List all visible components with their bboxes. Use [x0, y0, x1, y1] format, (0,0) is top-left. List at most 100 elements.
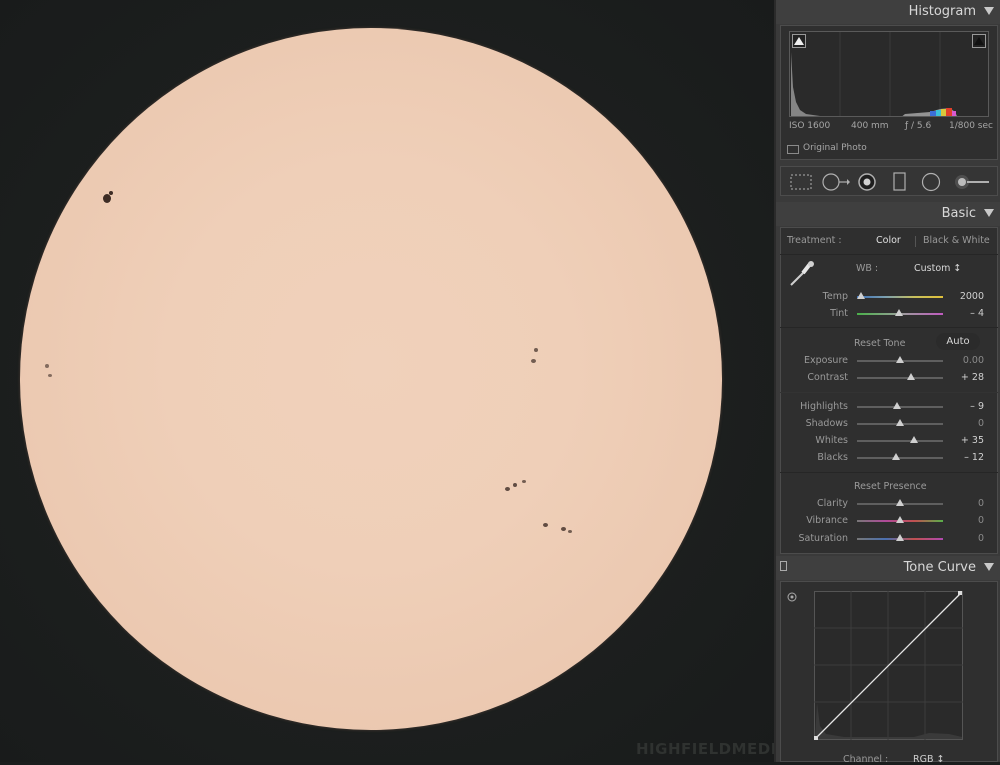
blacks-value[interactable]: – 12	[944, 452, 984, 463]
tone-curve-header[interactable]: Tone Curve	[776, 556, 1000, 580]
tone-curve-title: Tone Curve	[903, 560, 976, 575]
divider	[780, 327, 998, 328]
clarity-slider-handle[interactable]	[896, 499, 904, 506]
treatment-label: Treatment :	[787, 235, 842, 246]
histogram-box: ISO 1600 400 mm ƒ / 5.6 1/800 sec Origin…	[780, 25, 998, 160]
sunspot	[522, 480, 526, 483]
sun-image	[20, 28, 722, 730]
shadows-value[interactable]: 0	[944, 418, 984, 429]
reset-presence-button[interactable]: Reset Presence	[854, 481, 927, 492]
tint-label: Tint	[830, 308, 848, 319]
develop-panel: Histogram ISO 1600 400 mm ƒ / 5.6 1/800 …	[774, 0, 1000, 765]
treatment-divider	[915, 236, 916, 247]
wb-dropdown[interactable]: Custom ↕	[914, 263, 961, 274]
saturation-label: Saturation	[798, 533, 848, 544]
whites-slider-track[interactable]	[857, 440, 943, 442]
basic-title: Basic	[941, 206, 976, 221]
aperture-info: ƒ / 5.6	[905, 121, 932, 131]
vibrance-slider-handle[interactable]	[896, 516, 904, 523]
panel-switch-icon[interactable]	[780, 561, 787, 571]
collapse-triangle-icon[interactable]	[984, 7, 994, 15]
tint-slider-handle[interactable]	[895, 309, 904, 316]
contrast-slider-handle[interactable]	[907, 373, 916, 380]
exposure-label: Exposure	[804, 355, 848, 366]
auto-tone-button[interactable]: Auto	[936, 333, 980, 350]
sunspot	[109, 191, 113, 195]
divider	[780, 392, 998, 393]
sunspot	[534, 348, 538, 352]
original-photo-label: Original Photo	[803, 143, 867, 153]
sunspot	[531, 359, 536, 363]
blacks-label: Blacks	[817, 452, 848, 463]
focal-info: 400 mm	[851, 121, 889, 131]
exposure-value[interactable]: 0.00	[944, 355, 984, 366]
iso-info: ISO 1600	[789, 121, 831, 131]
sunspot	[48, 374, 52, 377]
red-eye-icon[interactable]	[857, 172, 877, 192]
collapse-triangle-icon[interactable]	[984, 563, 994, 571]
shadows-label: Shadows	[805, 418, 848, 429]
blacks-slider-track[interactable]	[857, 457, 943, 459]
sunspot	[543, 523, 548, 527]
histogram-chart	[791, 32, 988, 116]
exposure-slider-handle[interactable]	[896, 356, 904, 363]
channel-dropdown[interactable]: RGB ↕	[913, 754, 944, 765]
histogram-title: Histogram	[908, 4, 976, 19]
divider	[780, 472, 998, 473]
watermark: HIGHFIELDMEDIA.COM	[636, 740, 774, 758]
shadows-slider-handle[interactable]	[896, 419, 904, 426]
temp-slider-handle[interactable]	[857, 292, 866, 299]
eyedropper-icon[interactable]	[786, 259, 816, 289]
basic-header[interactable]: Basic	[776, 202, 1000, 226]
treatment-bw-button[interactable]: Black & White	[923, 235, 990, 246]
graduated-filter-icon[interactable]	[892, 172, 908, 192]
saturation-slider-handle[interactable]	[896, 534, 904, 541]
adjustment-brush-icon[interactable]	[953, 172, 993, 192]
temp-slider-track[interactable]	[857, 296, 943, 298]
clarity-label: Clarity	[817, 498, 848, 509]
temp-label: Temp	[822, 291, 848, 302]
collapse-triangle-icon[interactable]	[984, 209, 994, 217]
saturation-value[interactable]: 0	[944, 533, 984, 544]
vibrance-label: Vibrance	[806, 515, 848, 526]
clarity-value[interactable]: 0	[944, 498, 984, 509]
shutter-info: 1/800 sec	[949, 121, 993, 131]
blacks-slider-handle[interactable]	[891, 453, 900, 460]
contrast-value[interactable]: + 28	[944, 372, 984, 383]
sunspot	[561, 527, 566, 531]
histogram-header[interactable]: Histogram	[776, 0, 1000, 24]
radial-filter-icon[interactable]	[921, 172, 941, 192]
tint-value[interactable]: – 4	[944, 308, 984, 319]
highlights-label: Highlights	[800, 401, 848, 412]
photo-canvas[interactable]: HIGHFIELDMEDIA.COM	[0, 0, 774, 762]
highlight-clipping-icon[interactable]	[972, 34, 986, 48]
channel-label: Channel :	[843, 754, 889, 765]
sunspot	[568, 530, 572, 533]
spot-removal-icon[interactable]	[821, 172, 851, 192]
crop-overlay-icon[interactable]	[789, 173, 813, 191]
sunspot	[103, 194, 111, 203]
sunspot	[45, 364, 49, 368]
target-adjustment-icon[interactable]	[787, 592, 797, 602]
highlights-slider-handle[interactable]	[892, 402, 901, 409]
sunspot	[513, 483, 517, 487]
histogram-graph	[789, 31, 989, 117]
vibrance-value[interactable]: 0	[944, 515, 984, 526]
original-photo-checkbox[interactable]	[787, 145, 799, 154]
highlights-value[interactable]: – 9	[944, 401, 984, 412]
temp-value[interactable]: 2000	[944, 291, 984, 302]
tone-curve-body: Channel : RGB ↕	[780, 581, 998, 765]
tone-curve-graph[interactable]	[814, 591, 964, 741]
shadow-clipping-icon[interactable]	[792, 34, 806, 48]
sunspot	[505, 487, 510, 491]
whites-label: Whites	[815, 435, 848, 446]
whites-slider-handle[interactable]	[909, 436, 918, 443]
contrast-label: Contrast	[807, 372, 848, 383]
treatment-color-button[interactable]: Color	[876, 235, 901, 246]
tool-strip	[780, 166, 998, 196]
contrast-slider-track[interactable]	[857, 377, 943, 379]
wb-label: WB :	[856, 263, 879, 274]
whites-value[interactable]: + 35	[944, 435, 984, 446]
reset-tone-button[interactable]: Reset Tone	[854, 338, 905, 349]
divider	[780, 254, 998, 255]
